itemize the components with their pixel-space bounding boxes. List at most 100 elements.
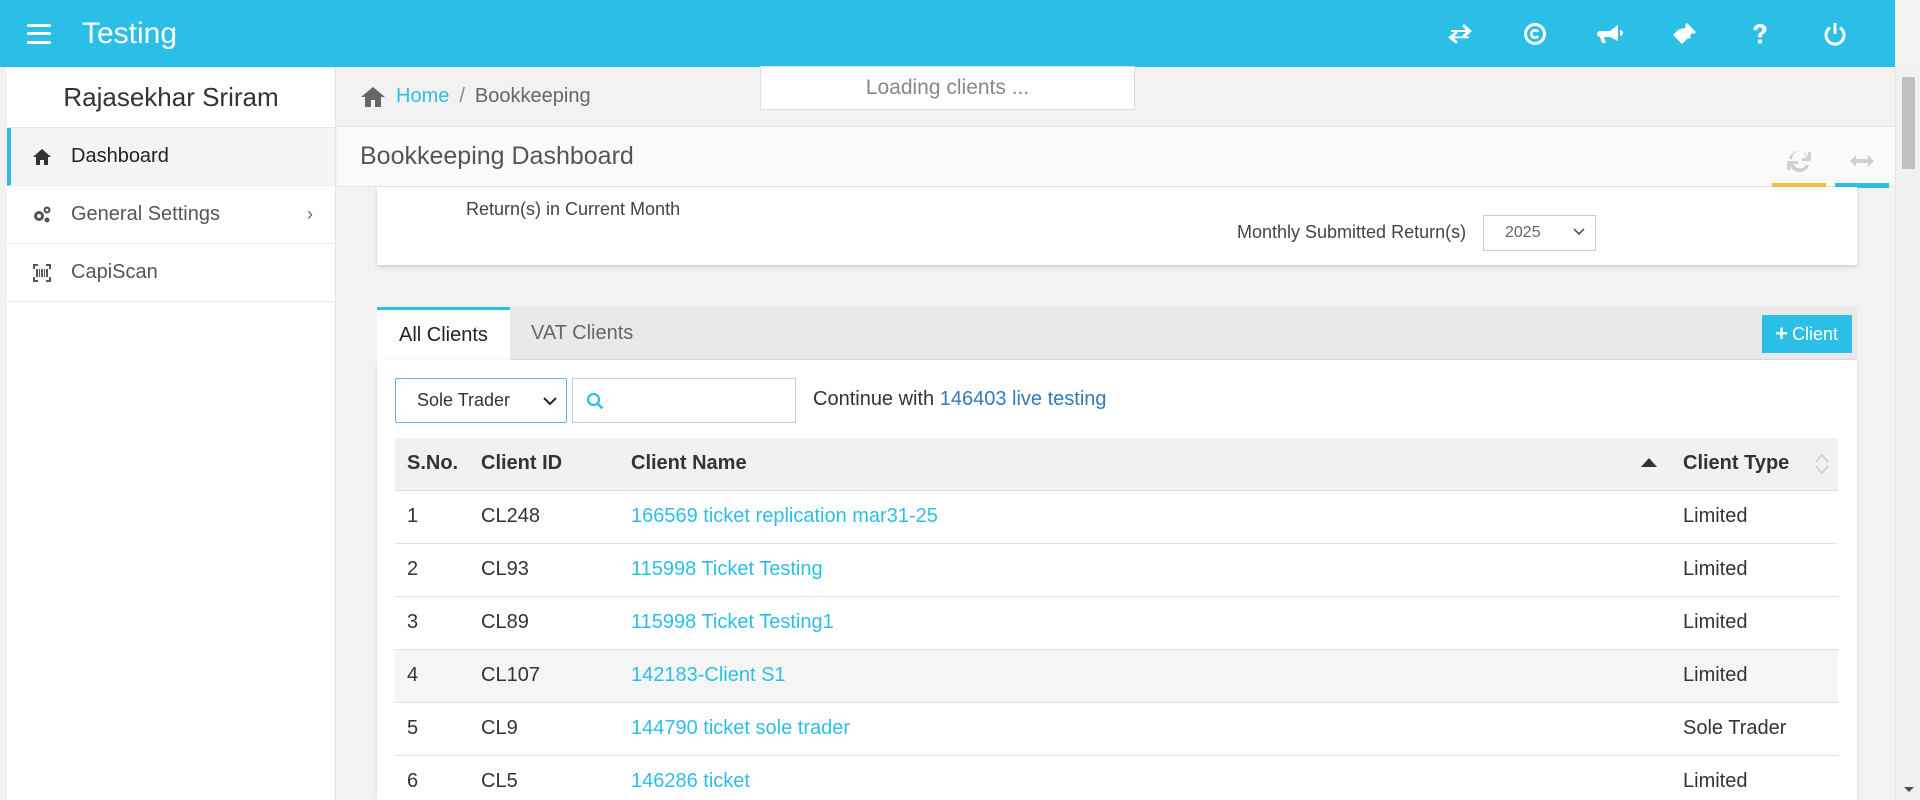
breadcrumb-current: Bookkeeping	[474, 85, 591, 107]
client-name-link[interactable]: 144790 ticket sole trader	[631, 717, 850, 739]
cell-sno: 6	[395, 755, 469, 800]
column-header-sno[interactable]: S.No.	[395, 438, 469, 491]
continue-with-text: Continue with 146403 live testing	[813, 388, 1107, 411]
user-name: Rajasekhar Sriram	[7, 67, 335, 128]
table-row: 2 CL93 115998 Ticket Testing Limited	[395, 543, 1838, 597]
cell-client-id: CL93	[469, 543, 619, 597]
column-header-client-type[interactable]: Client Type	[1671, 438, 1838, 491]
cogs-icon	[31, 204, 53, 226]
cell-sno: 1	[395, 490, 469, 544]
cell-client-type: Limited	[1671, 490, 1838, 544]
returns-current-month-label: Return(s) in Current Month	[466, 199, 681, 219]
table-header-row: S.No. Client ID Client Name Client Type	[395, 438, 1838, 491]
sidebar-item-general-settings[interactable]: General Settings ›	[7, 186, 335, 244]
sidebar-item-capiscan[interactable]: CapiScan	[7, 244, 335, 302]
page-header: Bookkeeping Dashboard	[337, 127, 1895, 188]
table-row: 1 CL248 166569 ticket replication mar31-…	[395, 490, 1838, 544]
scrollbar-thumb[interactable]	[1902, 77, 1915, 169]
column-header-client-name[interactable]: Client Name	[619, 438, 1671, 491]
table-row: 3 CL89 115998 Ticket Testing1 Limited	[395, 596, 1838, 650]
cell-sno: 2	[395, 543, 469, 597]
sidebar-item-label: CapiScan	[71, 261, 158, 283]
scroll-down-arrow[interactable]	[1904, 787, 1914, 792]
cell-client-name: 115998 Ticket Testing1	[619, 596, 1671, 650]
client-name-link[interactable]: 146286 ticket	[631, 770, 750, 792]
help-icon[interactable]	[1722, 0, 1797, 67]
client-search-input[interactable]	[572, 378, 796, 423]
cell-sno: 5	[395, 702, 469, 756]
ticket-icon[interactable]	[1647, 0, 1722, 67]
table-row: 6 CL5 146286 ticket Limited	[395, 755, 1838, 800]
column-header-client-id[interactable]: Client ID	[469, 438, 619, 491]
cell-client-id: CL9	[469, 702, 619, 756]
tab-vat-clients[interactable]: VAT Clients	[509, 307, 655, 360]
client-name-link[interactable]: 166569 ticket replication mar31-25	[631, 505, 938, 527]
expand-button[interactable]	[1835, 135, 1889, 188]
client-type-value: Sole Trader	[417, 390, 511, 410]
client-name-link[interactable]: 142183-Client S1	[631, 664, 786, 686]
bullhorn-icon[interactable]	[1572, 0, 1647, 67]
cell-client-name: 144790 ticket sole trader	[619, 702, 1671, 756]
cell-sno: 4	[395, 649, 469, 703]
barcode-icon	[31, 262, 53, 284]
client-type-select[interactable]: Sole Trader	[395, 378, 567, 423]
refresh-icon	[1787, 150, 1811, 173]
cell-client-id: CL248	[469, 490, 619, 544]
clients-tab-strip: All Clients VAT Clients + Client	[377, 307, 1857, 361]
cell-client-type: Sole Trader	[1671, 702, 1838, 756]
cell-client-name: 146286 ticket	[619, 755, 1671, 800]
monthly-submitted-label: Monthly Submitted Return(s)	[1237, 222, 1467, 242]
chevron-down-icon	[1573, 228, 1585, 236]
cell-client-id: CL107	[469, 649, 619, 703]
cell-client-id: CL5	[469, 755, 619, 800]
copyright-icon[interactable]	[1497, 0, 1572, 67]
breadcrumb-home-link[interactable]: Home	[396, 85, 449, 108]
sidebar: Rajasekhar Sriram Dashboard General Sett…	[7, 67, 336, 800]
continue-client-link[interactable]: 146403 live testing	[940, 388, 1107, 410]
sidebar-item-dashboard[interactable]: Dashboard	[7, 128, 335, 186]
top-navbar: Testing	[0, 0, 1895, 67]
year-select[interactable]: 2025	[1483, 215, 1596, 251]
home-icon	[361, 86, 385, 107]
breadcrumb-separator: /	[459, 85, 465, 107]
app-title: Testing	[82, 16, 178, 50]
column-header-label: Client Name	[631, 452, 747, 475]
cell-client-name: 142183-Client S1	[619, 649, 1671, 703]
client-name-link[interactable]: 115998 Ticket Testing	[631, 558, 823, 580]
table-row: 4 CL107 142183-Client S1 Limited	[395, 649, 1838, 703]
loading-indicator: Loading clients ...	[760, 66, 1135, 110]
power-icon[interactable]	[1797, 0, 1872, 67]
refresh-button[interactable]	[1772, 135, 1826, 188]
top-icons	[1422, 0, 1872, 67]
continue-prefix: Continue with	[813, 388, 935, 410]
page-scrollbar[interactable]	[1895, 67, 1920, 800]
add-client-button[interactable]: + Client	[1762, 315, 1852, 353]
exchange-icon[interactable]	[1422, 0, 1497, 67]
cell-client-type: Limited	[1671, 755, 1838, 800]
cell-client-type: Limited	[1671, 649, 1838, 703]
sort-ascending-icon	[1641, 458, 1657, 467]
add-client-label: Client	[1791, 323, 1838, 344]
tab-all-clients[interactable]: All Clients	[377, 307, 510, 361]
search-icon	[586, 392, 604, 410]
hamburger-menu-icon[interactable]	[27, 23, 51, 44]
expand-horizontal-icon	[1850, 155, 1874, 167]
page-title: Bookkeeping Dashboard	[360, 142, 634, 170]
table-row: 5 CL9 144790 ticket sole trader Sole Tra…	[395, 702, 1838, 756]
cell-sno: 3	[395, 596, 469, 650]
returns-summary-card: Return(s) in Current Month Monthly Submi…	[377, 187, 1857, 265]
cell-client-id: CL89	[469, 596, 619, 650]
chevron-down-icon	[543, 397, 557, 406]
cell-client-type: Limited	[1671, 596, 1838, 650]
chevron-right-icon: ›	[307, 204, 313, 224]
sidebar-item-label: Dashboard	[71, 145, 169, 167]
plus-icon: +	[1775, 321, 1788, 346]
cell-client-name: 166569 ticket replication mar31-25	[619, 490, 1671, 544]
clients-table: S.No. Client ID Client Name Client Type …	[395, 438, 1838, 800]
clients-panel: Sole Trader Continue with 146403 live te…	[377, 360, 1857, 800]
client-name-link[interactable]: 115998 Ticket Testing1	[631, 611, 834, 633]
cell-client-name: 115998 Ticket Testing	[619, 543, 1671, 597]
year-select-value: 2025	[1505, 224, 1541, 241]
sidebar-item-label: General Settings	[71, 203, 220, 225]
sort-icon	[1815, 453, 1829, 475]
